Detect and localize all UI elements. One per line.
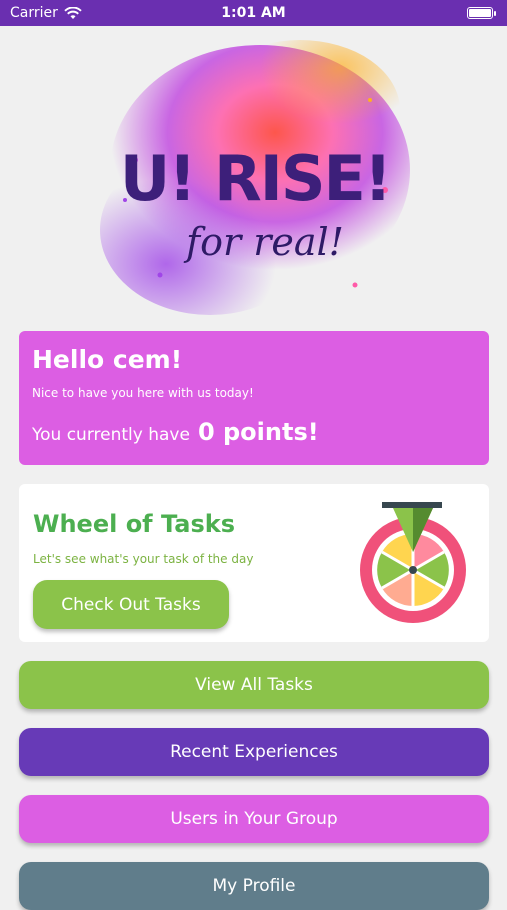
battery-fill	[469, 9, 491, 17]
wheel-card: Wheel of Tasks Let's see what's your tas…	[19, 484, 489, 642]
my-profile-button[interactable]: My Profile	[19, 862, 489, 910]
recent-experiences-button[interactable]: Recent Experiences	[19, 728, 489, 776]
view-all-tasks-button[interactable]: View All Tasks	[19, 661, 489, 709]
check-out-tasks-button[interactable]: Check Out Tasks	[33, 580, 229, 629]
points-value: 0 points!	[197, 418, 319, 446]
logo-title: U! RISE!	[120, 142, 390, 215]
battery-icon	[467, 7, 496, 19]
greeting-title: Hello cem!	[32, 345, 183, 374]
status-left: Carrier	[10, 5, 82, 21]
wifi-icon	[64, 6, 82, 19]
points-label: You currently have	[32, 425, 190, 445]
carrier-label: Carrier	[10, 5, 58, 21]
points-row: You currently have 0 points!	[32, 418, 476, 446]
status-bar: Carrier 1:01 AM	[0, 0, 507, 26]
logo-tagline: for real!	[183, 220, 344, 264]
app-logo: U! RISE! for real!	[100, 40, 410, 315]
greeting-card: Hello cem! Nice to have you here with us…	[19, 331, 489, 465]
greeting-subtitle: Nice to have you here with us today!	[32, 386, 254, 400]
users-in-group-button[interactable]: Users in Your Group	[19, 795, 489, 843]
wheel-of-fortune-icon	[360, 502, 466, 623]
